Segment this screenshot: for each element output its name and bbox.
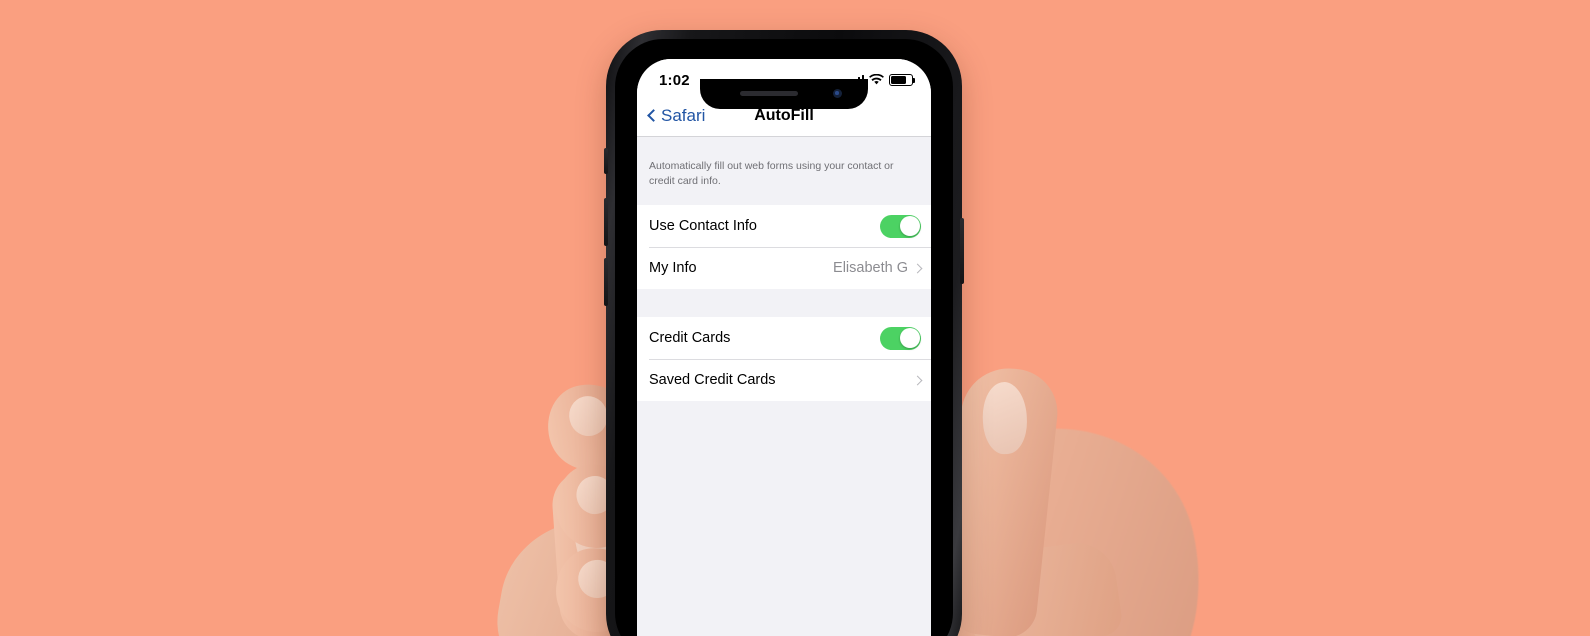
- row-label: Use Contact Info: [649, 218, 757, 235]
- row-saved-credit-cards[interactable]: Saved Credit Cards: [637, 359, 931, 402]
- row-my-info[interactable]: My Info Elisabeth G: [637, 247, 931, 290]
- wifi-icon: [869, 74, 884, 85]
- row-accessory: [912, 375, 923, 386]
- row-use-contact-info[interactable]: Use Contact Info: [637, 205, 931, 248]
- volume-down-button[interactable]: [604, 258, 608, 306]
- row-accessory: Elisabeth G: [833, 260, 923, 277]
- row-label: Saved Credit Cards: [649, 372, 776, 389]
- phone-bezel: 1:02 Safari AutoFill Automatically fill …: [615, 39, 953, 636]
- my-info-value: Elisabeth G: [833, 260, 908, 277]
- credit-cards-toggle[interactable]: [880, 326, 921, 350]
- front-camera-icon: [833, 89, 842, 98]
- volume-up-button[interactable]: [604, 198, 608, 246]
- phone-screen: 1:02 Safari AutoFill Automatically fill …: [637, 59, 931, 636]
- toggle-knob: [899, 328, 920, 349]
- back-button-safari[interactable]: Safari: [647, 106, 705, 126]
- row-accessory: [880, 326, 921, 350]
- phone-device: 1:02 Safari AutoFill Automatically fill …: [604, 30, 964, 636]
- row-label: Credit Cards: [649, 330, 731, 347]
- autofill-description: Automatically fill out web forms using y…: [649, 160, 894, 188]
- notch: [700, 79, 868, 109]
- settings-list: Automatically fill out web forms using y…: [637, 137, 931, 636]
- mute-switch[interactable]: [604, 148, 608, 174]
- battery-icon: [889, 74, 916, 86]
- earpiece-speaker-icon: [740, 91, 798, 96]
- contact-info-section: Use Contact Info My Info Elisabeth G: [637, 205, 931, 290]
- row-label: My Info: [649, 260, 697, 277]
- back-button-label: Safari: [661, 105, 706, 125]
- empty-list-area: [637, 401, 931, 636]
- credit-cards-section: Credit Cards Saved Credit Cards: [637, 317, 931, 402]
- row-credit-cards[interactable]: Credit Cards: [637, 317, 931, 360]
- section-separator: [637, 289, 931, 318]
- row-accessory: [880, 214, 921, 238]
- status-bar-clock: 1:02: [659, 71, 690, 89]
- toggle-knob: [899, 216, 920, 237]
- chevron-right-icon: [912, 263, 923, 274]
- chevron-right-icon: [912, 375, 923, 386]
- power-button[interactable]: [960, 218, 964, 284]
- use-contact-info-toggle[interactable]: [880, 214, 921, 238]
- chevron-left-icon: [647, 109, 660, 122]
- thumb-knuckle: [962, 538, 1124, 636]
